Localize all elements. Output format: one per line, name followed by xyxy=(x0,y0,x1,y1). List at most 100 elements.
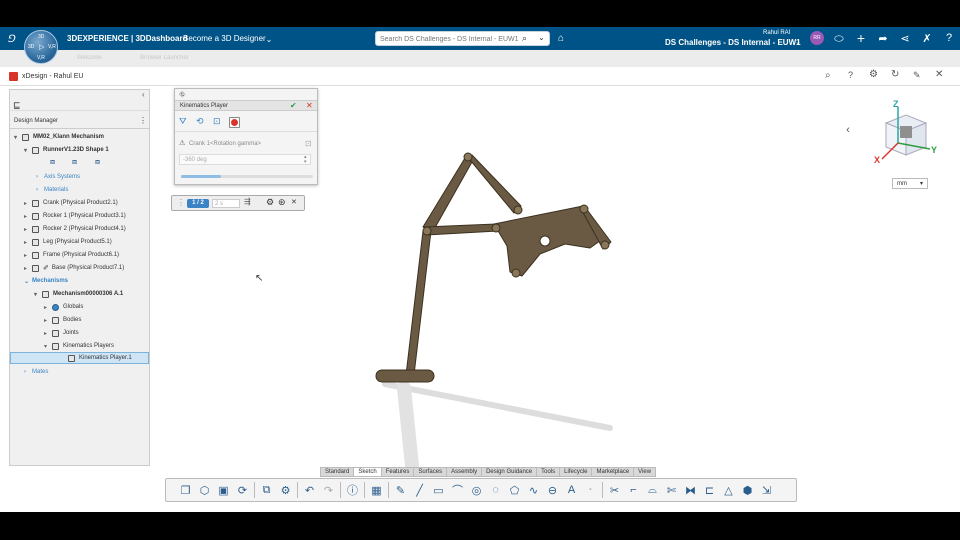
search-box[interactable]: ⌕ ⌄ xyxy=(375,31,550,46)
mirror-icon[interactable]: ⧓ xyxy=(681,481,700,499)
separator xyxy=(364,482,365,498)
circle-3pt-icon[interactable]: ◌ xyxy=(486,481,505,499)
klann-mechanism-model[interactable] xyxy=(0,86,960,512)
network-icon[interactable]: ⋖ xyxy=(898,31,912,45)
play-icon[interactable]: ▷ xyxy=(39,43,44,51)
collapse-left-icon[interactable]: ‹ xyxy=(838,124,858,138)
help-icon[interactable]: ? xyxy=(848,70,853,80)
unit-select[interactable]: mm ▾ xyxy=(892,178,928,189)
line-icon[interactable]: ╱ xyxy=(410,481,429,499)
avatar[interactable]: RR xyxy=(810,31,824,45)
tab-tools[interactable]: Tools xyxy=(537,468,561,476)
offset-icon[interactable]: ⊏ xyxy=(700,481,719,499)
pin-icon[interactable]: ✎ xyxy=(913,70,921,81)
tab-standard[interactable]: Standard xyxy=(321,468,355,476)
open-icon[interactable]: ❐ xyxy=(176,481,195,499)
joint-pin xyxy=(491,223,501,233)
part-leg xyxy=(405,230,432,376)
arc-icon[interactable]: ⌒ xyxy=(448,481,467,499)
share-icon[interactable]: ➦ xyxy=(876,31,890,45)
clipboard-icon[interactable]: ⧉ xyxy=(257,481,276,499)
gear-icon[interactable]: ⚙ xyxy=(869,69,878,80)
brand-label: 3DEXPERIENCE | 3DDashboard xyxy=(67,34,188,43)
refresh-icon[interactable]: ⟳ xyxy=(233,481,252,499)
help-icon[interactable]: ⓘ xyxy=(343,481,362,499)
unit-value: mm xyxy=(897,181,907,187)
search-input[interactable] xyxy=(380,34,520,44)
tag-icon[interactable]: ⌂ xyxy=(555,31,567,45)
joint-pin xyxy=(463,152,473,162)
help-icon[interactable]: ? xyxy=(942,31,956,45)
model-parts xyxy=(375,154,612,383)
dashboard-tabs-bar: Welcome Browser Launcher xyxy=(0,50,960,67)
shadow-foot xyxy=(397,381,419,473)
tools-icon[interactable]: ✗ xyxy=(920,31,934,45)
tenant-label[interactable]: DS Challenges - DS Internal - EUW1 xyxy=(665,38,801,47)
grid-icon[interactable]: ▦ xyxy=(367,481,386,499)
separator xyxy=(340,482,341,498)
tab-welcome[interactable]: Welcome xyxy=(77,55,102,61)
search-icon[interactable]: ⌕ xyxy=(825,70,831,81)
save-icon[interactable]: ▣ xyxy=(214,481,233,499)
refresh-icon[interactable]: ↻ xyxy=(891,69,899,80)
close-icon[interactable]: ✕ xyxy=(935,69,943,80)
trim-icon[interactable]: ✂ xyxy=(605,481,624,499)
joint-pin xyxy=(422,226,432,236)
exit-sketch-icon[interactable]: ⇲ xyxy=(757,481,776,499)
tab-assembly[interactable]: Assembly xyxy=(447,468,483,476)
gear-icon[interactable]: ⚙ xyxy=(276,481,295,499)
tab-surfaces[interactable]: Surfaces xyxy=(414,468,448,476)
view-cube[interactable]: Z Y X xyxy=(868,99,940,177)
point-icon[interactable]: ▫ xyxy=(581,481,600,499)
polygon-icon[interactable]: ⬠ xyxy=(505,481,524,499)
tab-lifecycle[interactable]: Lifecycle xyxy=(560,468,593,476)
compass-icon[interactable]: 3D 3D V,R V,R ▷ xyxy=(24,30,58,64)
compass-left: 3D xyxy=(28,44,35,50)
redo-icon[interactable]: ↷ xyxy=(319,481,338,499)
tab-features[interactable]: Features xyxy=(382,468,415,476)
undo-icon[interactable]: ↶ xyxy=(300,481,319,499)
action-bar-tabs: Standard Sketch Features Surfaces Assemb… xyxy=(320,467,657,477)
model-shadow xyxy=(382,381,613,473)
role-label[interactable]: Become a 3D Designer xyxy=(183,34,266,43)
slot-icon[interactable]: ⊖ xyxy=(543,481,562,499)
circle-icon[interactable]: ◎ xyxy=(467,481,486,499)
chevron-down-icon[interactable]: ⌄ xyxy=(538,33,545,42)
workspace: ‹ ⊑ Design Manager ⋮ ▾ MM02_Klann Mechani… xyxy=(0,86,960,512)
tab-marketplace[interactable]: Marketplace xyxy=(592,468,635,476)
add-icon[interactable]: + xyxy=(854,30,868,46)
chevron-down-icon[interactable]: ▾ xyxy=(920,180,923,187)
tab-sketch[interactable]: Sketch xyxy=(354,468,382,476)
dashboard-label[interactable]: 3DDashboard xyxy=(135,34,187,43)
action-bar: ❐ ⬡ ▣ ⟳ ⧉ ⚙ ↶ ↷ ⓘ ▦ ✎ ╱ ▭ ⌒ ◎ ◌ ⬠ ∿ ⊖ A … xyxy=(165,478,797,502)
brand-text: 3DEXPERIENCE | xyxy=(67,34,136,43)
separator xyxy=(297,482,298,498)
text-icon[interactable]: A xyxy=(562,481,581,499)
search-icon[interactable]: ⌕ xyxy=(522,33,527,44)
joint-pin xyxy=(579,204,589,214)
chevron-down-icon[interactable]: ⌄ xyxy=(794,38,802,46)
chevron-down-icon[interactable]: ⌄ xyxy=(264,34,274,44)
rectangle-icon[interactable]: ▭ xyxy=(429,481,448,499)
triangle-icon[interactable]: △ xyxy=(719,481,738,499)
notes-icon[interactable]: ⬭ xyxy=(832,32,846,46)
joint-pin xyxy=(511,268,521,278)
app-header: xDesign - Rahul EU ⌕ ? ⚙ ↻ ✎ ✕ xyxy=(0,67,960,86)
tab-browser-launcher[interactable]: Browser Launcher xyxy=(140,55,189,61)
frame-hole xyxy=(539,235,551,247)
corner-icon[interactable]: ⌐ xyxy=(624,481,643,499)
compass-top: 3D xyxy=(38,34,45,40)
ds-logo-icon[interactable]: ⅁ xyxy=(3,31,19,47)
sketch-icon[interactable]: ✎ xyxy=(391,481,410,499)
new-part-icon[interactable]: ⬡ xyxy=(195,481,214,499)
compass-bottom: V,R xyxy=(37,55,45,61)
fillet-icon[interactable]: ⌓ xyxy=(643,481,662,499)
compass-right: V,R xyxy=(48,44,56,50)
tab-view[interactable]: View xyxy=(634,468,655,476)
spline-icon[interactable]: ∿ xyxy=(524,481,543,499)
cut-icon[interactable]: ✄ xyxy=(662,481,681,499)
tab-design-guidance[interactable]: Design Guidance xyxy=(482,468,538,476)
app-title: xDesign - Rahul EU xyxy=(22,73,84,80)
shadow-leg xyxy=(382,381,613,431)
cube-icon[interactable]: ⬢ xyxy=(738,481,757,499)
